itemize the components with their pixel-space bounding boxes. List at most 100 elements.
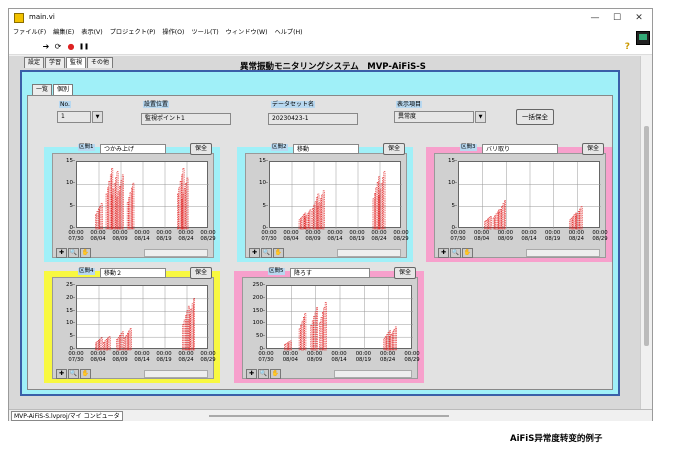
anomaly-data-mark [488, 217, 491, 230]
tab-other[interactable]: その他 [87, 57, 114, 68]
horizontal-scrollbar[interactable] [209, 415, 449, 417]
chart-panel-5: 区間5 降ろす 保全 250- 200- 150- 100- 50- 0- 00:00 07/30 0… [234, 267, 424, 383]
graph-scrollbar[interactable] [526, 249, 600, 257]
section-name-field: 降ろす [290, 268, 370, 278]
no-dropdown-arrow-icon[interactable]: ▼ [92, 111, 103, 123]
section-label: 区間5 [268, 268, 285, 275]
graph-scrollbar[interactable] [337, 249, 401, 257]
tab-monitoring[interactable]: 監視 [66, 57, 87, 68]
anomaly-data-mark [322, 190, 325, 230]
cursor-move-icon[interactable]: ✚ [438, 248, 449, 258]
chart-panel-3: 区間3 バリ取り 保全 15- 10- 5- 0- 00:00 07/30 00:00 08/04 0… [426, 143, 612, 262]
y-tick-label: 15- [448, 158, 457, 164]
zoom-icon[interactable]: 🔍 [68, 369, 79, 379]
location-label: 設置位置 [143, 101, 170, 108]
zoom-icon[interactable]: 🔍 [450, 248, 461, 258]
x-tick-label: 00:00 08/29 [404, 351, 420, 363]
anomaly-data-mark [384, 336, 387, 351]
x-tick-label: 00:00 07/30 [68, 351, 84, 363]
waveform-graph[interactable] [269, 161, 402, 230]
menu-edit[interactable]: 編集(E) [53, 27, 74, 39]
abort-icon[interactable]: ● [66, 42, 76, 52]
anomaly-data-mark [504, 200, 506, 230]
anomaly-data-mark [311, 320, 314, 351]
tab-overview[interactable]: 一覧 [32, 84, 53, 95]
display-selector[interactable]: 異常度 [394, 111, 474, 123]
context-help-icon[interactable]: ? [625, 42, 630, 52]
vertical-scrollbar[interactable] [640, 56, 652, 409]
anomaly-data-mark [191, 303, 194, 351]
cursor-move-icon[interactable]: ✚ [249, 248, 260, 258]
anomaly-data-mark [298, 328, 301, 351]
anomaly-data-mark [132, 182, 135, 230]
anomaly-data-mark [496, 211, 499, 230]
waveform-graph[interactable] [76, 161, 209, 230]
anomaly-data-mark [186, 177, 189, 230]
x-tick-label: 00:00 08/29 [393, 230, 409, 242]
pause-icon[interactable]: ❚❚ [79, 42, 89, 52]
pan-hand-icon[interactable]: ✋ [80, 369, 91, 379]
tab-learning[interactable]: 学習 [45, 57, 66, 68]
graph-scrollbar[interactable] [144, 370, 208, 378]
y-tick-label: 5- [451, 202, 457, 209]
display-dropdown-arrow-icon[interactable]: ▼ [475, 111, 486, 123]
section-save-button[interactable]: 保全 [190, 143, 212, 155]
tab-individual[interactable]: 個別 [53, 84, 74, 95]
menu-operate[interactable]: 操作(O) [162, 27, 184, 39]
menu-view[interactable]: 表示(V) [81, 27, 102, 39]
section-label: 区間3 [460, 144, 477, 151]
close-button[interactable]: ✕ [628, 11, 650, 25]
menu-tools[interactable]: ツール(T) [191, 27, 218, 39]
anomaly-data-mark [100, 337, 103, 351]
menu-file[interactable]: ファイル(F) [13, 27, 46, 39]
x-tick-label: 00:00 08/04 [474, 230, 490, 242]
menu-project[interactable]: プロジェクト(P) [110, 27, 156, 39]
scroll-thumb[interactable] [644, 126, 649, 346]
section-name-field: バリ取り [482, 144, 558, 154]
zoom-icon[interactable]: 🔍 [261, 248, 272, 258]
anomaly-data-mark [499, 209, 502, 230]
cursor-move-icon[interactable]: ✚ [246, 369, 257, 379]
graph-scrollbar[interactable] [334, 370, 412, 378]
section-name-field: 移動 [293, 144, 359, 154]
pan-hand-icon[interactable]: ✋ [80, 248, 91, 258]
graph-palette: ✚ 🔍 ✋ [56, 248, 92, 258]
anomaly-data-mark [124, 337, 127, 351]
section-save-button[interactable]: 保全 [190, 267, 212, 279]
cursor-move-icon[interactable]: ✚ [56, 369, 67, 379]
zoom-icon[interactable]: 🔍 [68, 248, 79, 258]
anomaly-data-mark [129, 328, 132, 351]
anomaly-data-mark [121, 331, 124, 351]
minimize-button[interactable]: — [584, 11, 606, 25]
anomaly-data-mark [570, 217, 573, 230]
waveform-graph[interactable] [76, 285, 209, 351]
run-continuously-icon[interactable]: ⟳ [53, 42, 63, 52]
section-save-button[interactable]: 保全 [383, 143, 405, 155]
waveform-graph[interactable] [266, 285, 413, 351]
dataset-field: 20230423-1 [268, 113, 358, 125]
anomaly-data-mark [572, 216, 575, 230]
anomaly-data-mark [501, 206, 504, 230]
section-save-button[interactable]: 保全 [394, 267, 416, 279]
pan-hand-icon[interactable]: ✋ [270, 369, 281, 379]
cursor-move-icon[interactable]: ✚ [56, 248, 67, 258]
tab-settings[interactable]: 設定 [24, 57, 45, 68]
waveform-graph[interactable] [458, 161, 601, 230]
menu-window[interactable]: ウィンドウ(W) [226, 27, 268, 39]
section-label: 区間4 [78, 268, 95, 275]
anomaly-data-mark [308, 211, 311, 230]
no-selector[interactable]: 1 [57, 111, 91, 123]
dataset-label: データセット名 [271, 101, 316, 108]
menu-help[interactable]: ヘルプ(H) [275, 27, 303, 39]
maximize-button[interactable]: ☐ [606, 11, 628, 25]
x-tick-label: 00:00 08/19 [355, 351, 371, 363]
section-save-button[interactable]: 保全 [582, 143, 604, 155]
graph-scrollbar[interactable] [144, 249, 208, 257]
save-all-button[interactable]: 一括保全 [516, 109, 554, 125]
pan-hand-icon[interactable]: ✋ [462, 248, 473, 258]
pan-hand-icon[interactable]: ✋ [273, 248, 284, 258]
anomaly-data-mark [112, 189, 115, 230]
anomaly-data-mark [119, 185, 121, 230]
run-arrow-icon[interactable]: ➔ [41, 42, 51, 52]
zoom-icon[interactable]: 🔍 [258, 369, 269, 379]
